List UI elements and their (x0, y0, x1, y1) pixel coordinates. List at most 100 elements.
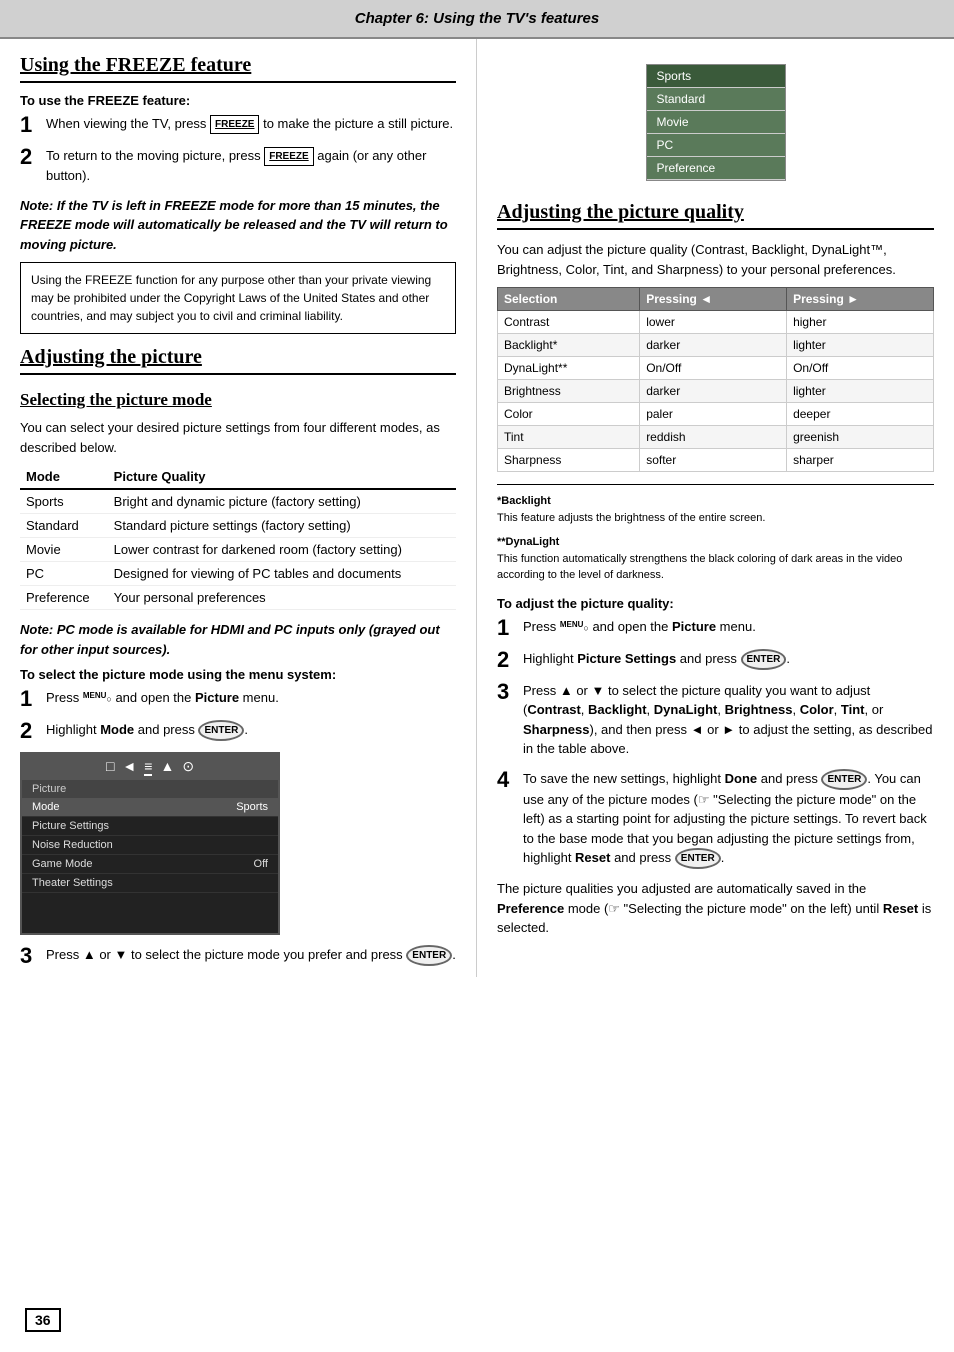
table-row: PC Designed for viewing of PC tables and… (20, 562, 456, 586)
mode-table: Mode Picture Quality Sports Bright and d… (20, 465, 456, 610)
table-row: Color paler deeper (498, 403, 934, 426)
menu-key-1: MENU○ (83, 690, 112, 707)
page-number: 36 (25, 1308, 61, 1332)
step-1-content: When viewing the TV, press FREEZE to mak… (46, 114, 456, 134)
enter-key-adjust-4b: ENTER (675, 848, 721, 869)
footnote-area: *BacklightThis feature adjusts the brigh… (497, 484, 934, 584)
mode-option-pc: PC (647, 134, 785, 157)
freeze-note: Note: If the TV is left in FREEZE mode f… (20, 196, 456, 255)
menu-icon-tv: □ (106, 758, 114, 776)
selecting-mode-title: Selecting the picture mode (20, 390, 456, 410)
select-mode-step3: 3 Press ▲ or ▼ to select the picture mod… (20, 945, 456, 967)
pc-mode-note: Note: PC mode is available for HDMI and … (20, 620, 456, 659)
freeze-step-2: 2 To return to the moving picture, press… (20, 146, 456, 186)
quality-table-body: Contrast lower higher Backlight* darker … (498, 311, 934, 472)
step-num-1: 1 (20, 114, 40, 136)
freeze-section: Using the FREEZE feature To use the FREE… (20, 54, 456, 334)
adjust-step-3-content: Press ▲ or ▼ to select the picture quali… (523, 681, 934, 759)
menu-icon-setup: ⊙ (182, 758, 194, 776)
table-row: Preference Your personal preferences (20, 586, 456, 610)
freeze-info-box: Using the FREEZE function for any purpos… (20, 262, 456, 334)
table-row: Brightness darker lighter (498, 380, 934, 403)
step3-content: Press ▲ or ▼ to select the picture mode … (46, 945, 456, 966)
freeze-key-1: FREEZE (210, 115, 259, 134)
step-2-content: To return to the moving picture, press F… (46, 146, 456, 186)
step3-num: 3 (20, 945, 40, 967)
table-row: Contrast lower higher (498, 311, 934, 334)
menu-steps: 1 Press MENU○ and open the Picture menu.… (20, 688, 456, 742)
enter-key-1: ENTER (198, 720, 244, 741)
menu-icon-lock: ▲ (160, 758, 174, 776)
chapter-title: Chapter 6: Using the TV's features (355, 10, 599, 27)
adjust-step-num-2: 2 (497, 649, 517, 671)
mode-dropdown-container: Sports Standard Movie PC Preference (497, 64, 934, 181)
right-column: Sports Standard Movie PC Preference Adju… (477, 39, 934, 977)
mode-table-header-quality: Picture Quality (108, 465, 456, 489)
menu-row-noise-reduction: Noise Reduction (22, 836, 278, 855)
table-row: Tint reddish greenish (498, 426, 934, 449)
adjust-step-2-content: Highlight Picture Settings and press ENT… (523, 649, 934, 670)
adjusting-picture-title: Adjusting the picture (20, 346, 456, 375)
table-row: DynaLight** On/Off On/Off (498, 357, 934, 380)
menu-step-2: 2 Highlight Mode and press ENTER. (20, 720, 456, 742)
quality-header-pressing-left: Pressing ◄ (640, 288, 787, 311)
freeze-steps: 1 When viewing the TV, press FREEZE to m… (20, 114, 456, 186)
mode-option-standard: Standard (647, 88, 785, 111)
adjust-step-4-content: To save the new settings, highlight Done… (523, 769, 934, 870)
adjusting-quality-section: Adjusting the picture quality You can ad… (497, 201, 934, 938)
mode-option-sports: Sports (647, 65, 785, 88)
adjust-step-1-content: Press MENU○ and open the Picture menu. (523, 617, 934, 637)
table-row: Movie Lower contrast for darkened room (… (20, 538, 456, 562)
quality-header-pressing-right: Pressing ► (787, 288, 934, 311)
table-row: Standard Standard picture settings (fact… (20, 514, 456, 538)
freeze-subheading: To use the FREEZE feature: (20, 93, 456, 108)
adjust-step-num-4: 4 (497, 769, 517, 791)
menu-step-1: 1 Press MENU○ and open the Picture menu. (20, 688, 456, 710)
mode-dropdown: Sports Standard Movie PC Preference (646, 64, 786, 181)
adjust-step-num-3: 3 (497, 681, 517, 703)
table-row: Sports Bright and dynamic picture (facto… (20, 489, 456, 514)
mode-table-body: Sports Bright and dynamic picture (facto… (20, 489, 456, 610)
mode-option-preference: Preference (647, 157, 785, 180)
table-row: Sharpness softer sharper (498, 449, 934, 472)
step-num-2: 2 (20, 146, 40, 168)
chapter-header: Chapter 6: Using the TV's features (0, 0, 954, 39)
adjusting-picture-section: Adjusting the picture Selecting the pict… (20, 346, 456, 967)
adjust-step-2: 2 Highlight Picture Settings and press E… (497, 649, 934, 671)
menu-top-bar: □ ◄ ≡ ▲ ⊙ (22, 754, 278, 780)
mode-option-movie: Movie (647, 111, 785, 134)
table-row: Backlight* darker lighter (498, 334, 934, 357)
menu-screenshot: □ ◄ ≡ ▲ ⊙ Picture Mode Sports Picture (20, 752, 280, 935)
selecting-mode-intro: You can select your desired picture sett… (20, 418, 456, 457)
menu-step-2-content: Highlight Mode and press ENTER. (46, 720, 456, 741)
menu-icon-sound: ◄ (122, 758, 136, 776)
menu-step-num-1: 1 (20, 688, 40, 710)
menu-label-picture: Picture (22, 780, 278, 798)
freeze-key-2: FREEZE (264, 147, 313, 166)
menu-row-game-mode: Game Mode Off (22, 855, 278, 874)
quality-intro: You can adjust the picture quality (Cont… (497, 240, 934, 279)
footnote-backlight: *BacklightThis feature adjusts the brigh… (497, 493, 934, 526)
footnote-dynalight: **DynaLightThis function automatically s… (497, 534, 934, 584)
menu-key-adjust-1: MENU○ (560, 619, 589, 636)
menu-icon-picture: ≡ (144, 758, 152, 776)
freeze-section-title: Using the FREEZE feature (20, 54, 456, 83)
enter-key-adjust-2: ENTER (741, 649, 787, 670)
menu-step-1-content: Press MENU○ and open the Picture menu. (46, 688, 456, 708)
quality-table: Selection Pressing ◄ Pressing ► Contrast… (497, 287, 934, 472)
closing-text: The picture qualities you adjusted are a… (497, 879, 934, 938)
freeze-step-1: 1 When viewing the TV, press FREEZE to m… (20, 114, 456, 136)
adjust-quality-heading: To adjust the picture quality: (497, 596, 934, 611)
menu-row-theater: Theater Settings (22, 874, 278, 893)
adjust-steps: 1 Press MENU○ and open the Picture menu.… (497, 617, 934, 870)
adjusting-quality-title: Adjusting the picture quality (497, 201, 934, 230)
enter-key-adjust-4: ENTER (821, 769, 867, 790)
menu-system-heading: To select the picture mode using the men… (20, 667, 456, 682)
quality-header-selection: Selection (498, 288, 640, 311)
menu-empty-space (22, 893, 278, 933)
menu-step-num-2: 2 (20, 720, 40, 742)
enter-key-step3: ENTER (406, 945, 452, 966)
left-column: Using the FREEZE feature To use the FREE… (20, 39, 477, 977)
selecting-mode-section: Selecting the picture mode You can selec… (20, 390, 456, 967)
adjust-step-3: 3 Press ▲ or ▼ to select the picture qua… (497, 681, 934, 759)
